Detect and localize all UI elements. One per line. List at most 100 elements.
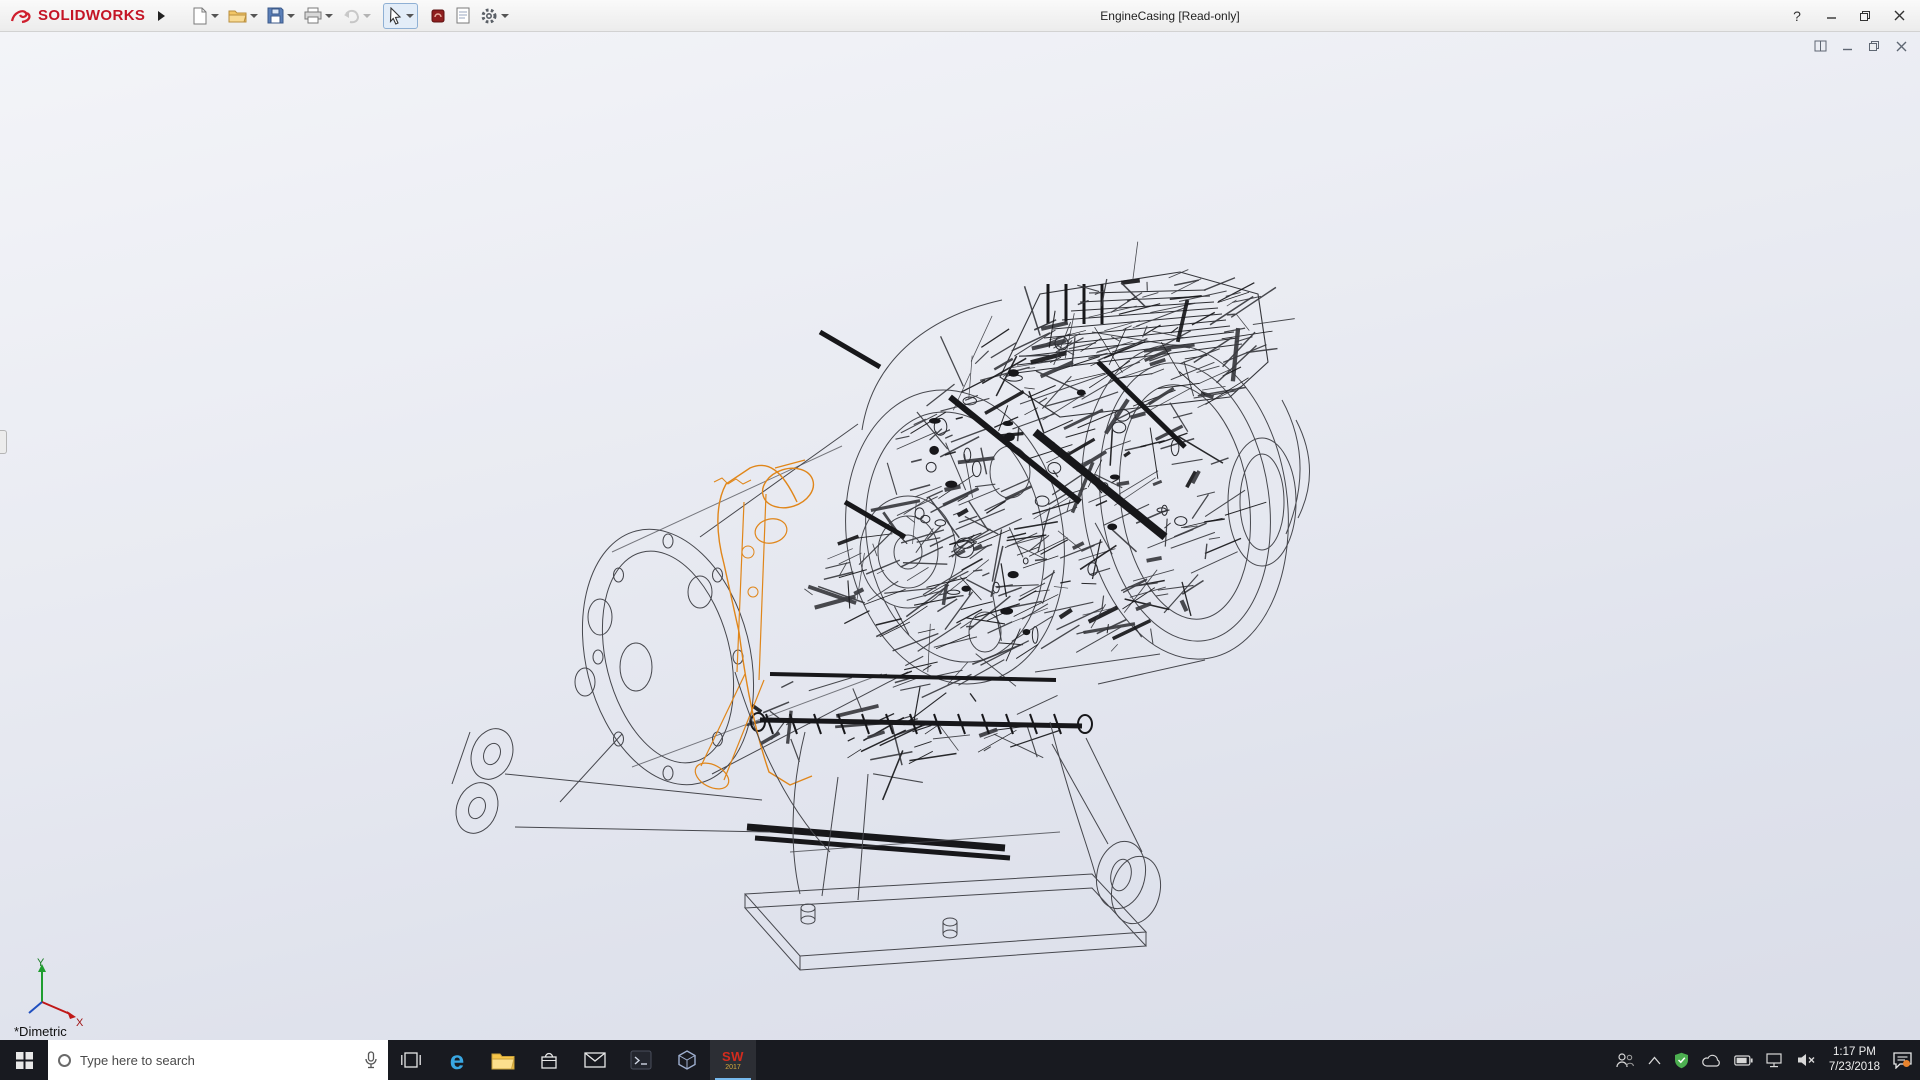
help-button[interactable]: ? — [1782, 5, 1812, 27]
people-button[interactable] — [1615, 1052, 1635, 1068]
undo-button[interactable] — [338, 3, 375, 29]
save-icon — [267, 7, 284, 24]
start-button[interactable] — [0, 1040, 48, 1080]
panel-splitter-handle[interactable] — [0, 430, 7, 454]
taskbar-command-prompt-button[interactable] — [618, 1040, 664, 1080]
triad-x-label: X — [76, 1017, 84, 1029]
battery-button[interactable] — [1734, 1055, 1753, 1066]
viewport-pane-icon — [1814, 40, 1827, 52]
network-button[interactable] — [1766, 1053, 1784, 1068]
battery-icon — [1734, 1055, 1753, 1066]
doc-close-icon — [1896, 41, 1907, 52]
options-button[interactable] — [476, 3, 513, 29]
taskbar-search[interactable]: Type here to search — [48, 1040, 388, 1080]
search-placeholder: Type here to search — [80, 1053, 195, 1068]
tray-expand-button[interactable] — [1648, 1056, 1661, 1065]
microphone-icon[interactable] — [364, 1051, 378, 1069]
graphics-area[interactable]: Y X *Dimetric — [0, 32, 1920, 1040]
command-prompt-icon — [630, 1050, 652, 1070]
restore-icon — [1859, 10, 1871, 22]
task-view-button[interactable] — [388, 1040, 434, 1080]
standard-toolbar — [187, 3, 513, 29]
open-button[interactable] — [224, 3, 262, 29]
file-explorer-icon — [491, 1051, 515, 1070]
taskbar-edge-button[interactable]: e — [434, 1040, 480, 1080]
save-button[interactable] — [263, 3, 299, 29]
clock-time: 1:17 PM — [1833, 1046, 1876, 1058]
maximize-button[interactable] — [1850, 5, 1880, 27]
minimize-button[interactable] — [1816, 5, 1846, 27]
dropdown-caret-icon[interactable] — [406, 14, 414, 18]
dropdown-caret-icon[interactable] — [250, 14, 258, 18]
close-button[interactable] — [1884, 5, 1914, 27]
select-tool-button[interactable] — [383, 3, 418, 29]
taskbar-store-button[interactable] — [526, 1040, 572, 1080]
cortana-ring-icon — [58, 1054, 71, 1067]
taskbar-file-explorer-button[interactable] — [480, 1040, 526, 1080]
triad-x-arrow-icon — [67, 1011, 76, 1019]
clock-date: 7/23/2018 — [1829, 1061, 1880, 1073]
new-document-icon — [191, 7, 208, 25]
store-bag-icon — [539, 1050, 559, 1070]
gear-icon — [480, 7, 498, 25]
solidworks-logo-icon — [10, 7, 34, 25]
task-view-icon — [401, 1052, 421, 1068]
orientation-triad[interactable]: Y X — [12, 956, 88, 1030]
rebuild-button[interactable] — [426, 3, 450, 29]
people-icon — [1615, 1052, 1635, 1068]
windows-logo-icon — [16, 1052, 33, 1069]
hexagon-cube-icon — [676, 1049, 698, 1071]
mail-envelope-icon — [584, 1052, 606, 1068]
onedrive-button[interactable] — [1702, 1054, 1721, 1067]
action-center-icon — [1893, 1052, 1912, 1069]
brand-text: SOLIDWORKS — [38, 7, 145, 24]
file-properties-icon — [455, 7, 471, 24]
undo-icon — [342, 8, 360, 24]
cad-model[interactable] — [0, 32, 1920, 1040]
taskbar-solidworks-button[interactable]: SW 2017 — [710, 1040, 756, 1080]
file-properties-button[interactable] — [451, 3, 475, 29]
notification-badge — [1903, 1060, 1910, 1067]
chevron-up-icon — [1648, 1056, 1661, 1065]
triad-z-axis-icon — [29, 1002, 42, 1013]
volume-button[interactable] — [1797, 1053, 1816, 1067]
doc-restore-icon — [1868, 40, 1880, 52]
edge-icon: e — [450, 1047, 464, 1073]
taskbar-mail-button[interactable] — [572, 1040, 618, 1080]
cloud-icon — [1702, 1054, 1721, 1067]
doc-restore-button[interactable] — [1865, 38, 1883, 54]
doc-minimize-button[interactable] — [1838, 38, 1856, 54]
doc-pane-button[interactable] — [1811, 38, 1829, 54]
security-shield-icon — [1674, 1052, 1689, 1069]
triad-y-label: Y — [37, 957, 45, 969]
defender-button[interactable] — [1674, 1052, 1689, 1069]
select-cursor-icon — [387, 7, 403, 25]
dropdown-caret-icon[interactable] — [211, 14, 219, 18]
dropdown-caret-icon[interactable] — [287, 14, 295, 18]
rebuild-icon — [430, 8, 446, 24]
solidworks-logo: SOLIDWORKS — [6, 7, 149, 25]
dropdown-caret-icon[interactable] — [363, 14, 371, 18]
system-tray: 1:17 PM 7/23/2018 — [1607, 1040, 1920, 1080]
windows-taskbar: Type here to search e — [0, 1040, 1920, 1080]
document-window-controls — [1811, 38, 1910, 54]
action-center-button[interactable] — [1893, 1052, 1912, 1069]
solidworks-app-icon: SW 2017 — [722, 1050, 744, 1071]
new-document-button[interactable] — [187, 3, 223, 29]
open-folder-icon — [228, 8, 247, 24]
help-icon: ? — [1793, 8, 1801, 24]
close-icon — [1894, 10, 1905, 21]
network-ethernet-icon — [1766, 1053, 1784, 1068]
minimize-icon — [1826, 10, 1837, 21]
dropdown-caret-icon[interactable] — [325, 14, 333, 18]
expander-arrow-icon — [158, 11, 165, 21]
taskbar-clock[interactable]: 1:17 PM 7/23/2018 — [1829, 1045, 1880, 1075]
view-orientation-label: *Dimetric — [14, 1024, 67, 1039]
print-icon — [304, 7, 322, 24]
dropdown-caret-icon[interactable] — [501, 14, 509, 18]
print-button[interactable] — [300, 3, 337, 29]
toolbar-expander-button[interactable] — [153, 6, 169, 26]
doc-close-button[interactable] — [1892, 38, 1910, 54]
taskbar-3d-app-button[interactable] — [664, 1040, 710, 1080]
doc-minimize-icon — [1842, 41, 1853, 52]
